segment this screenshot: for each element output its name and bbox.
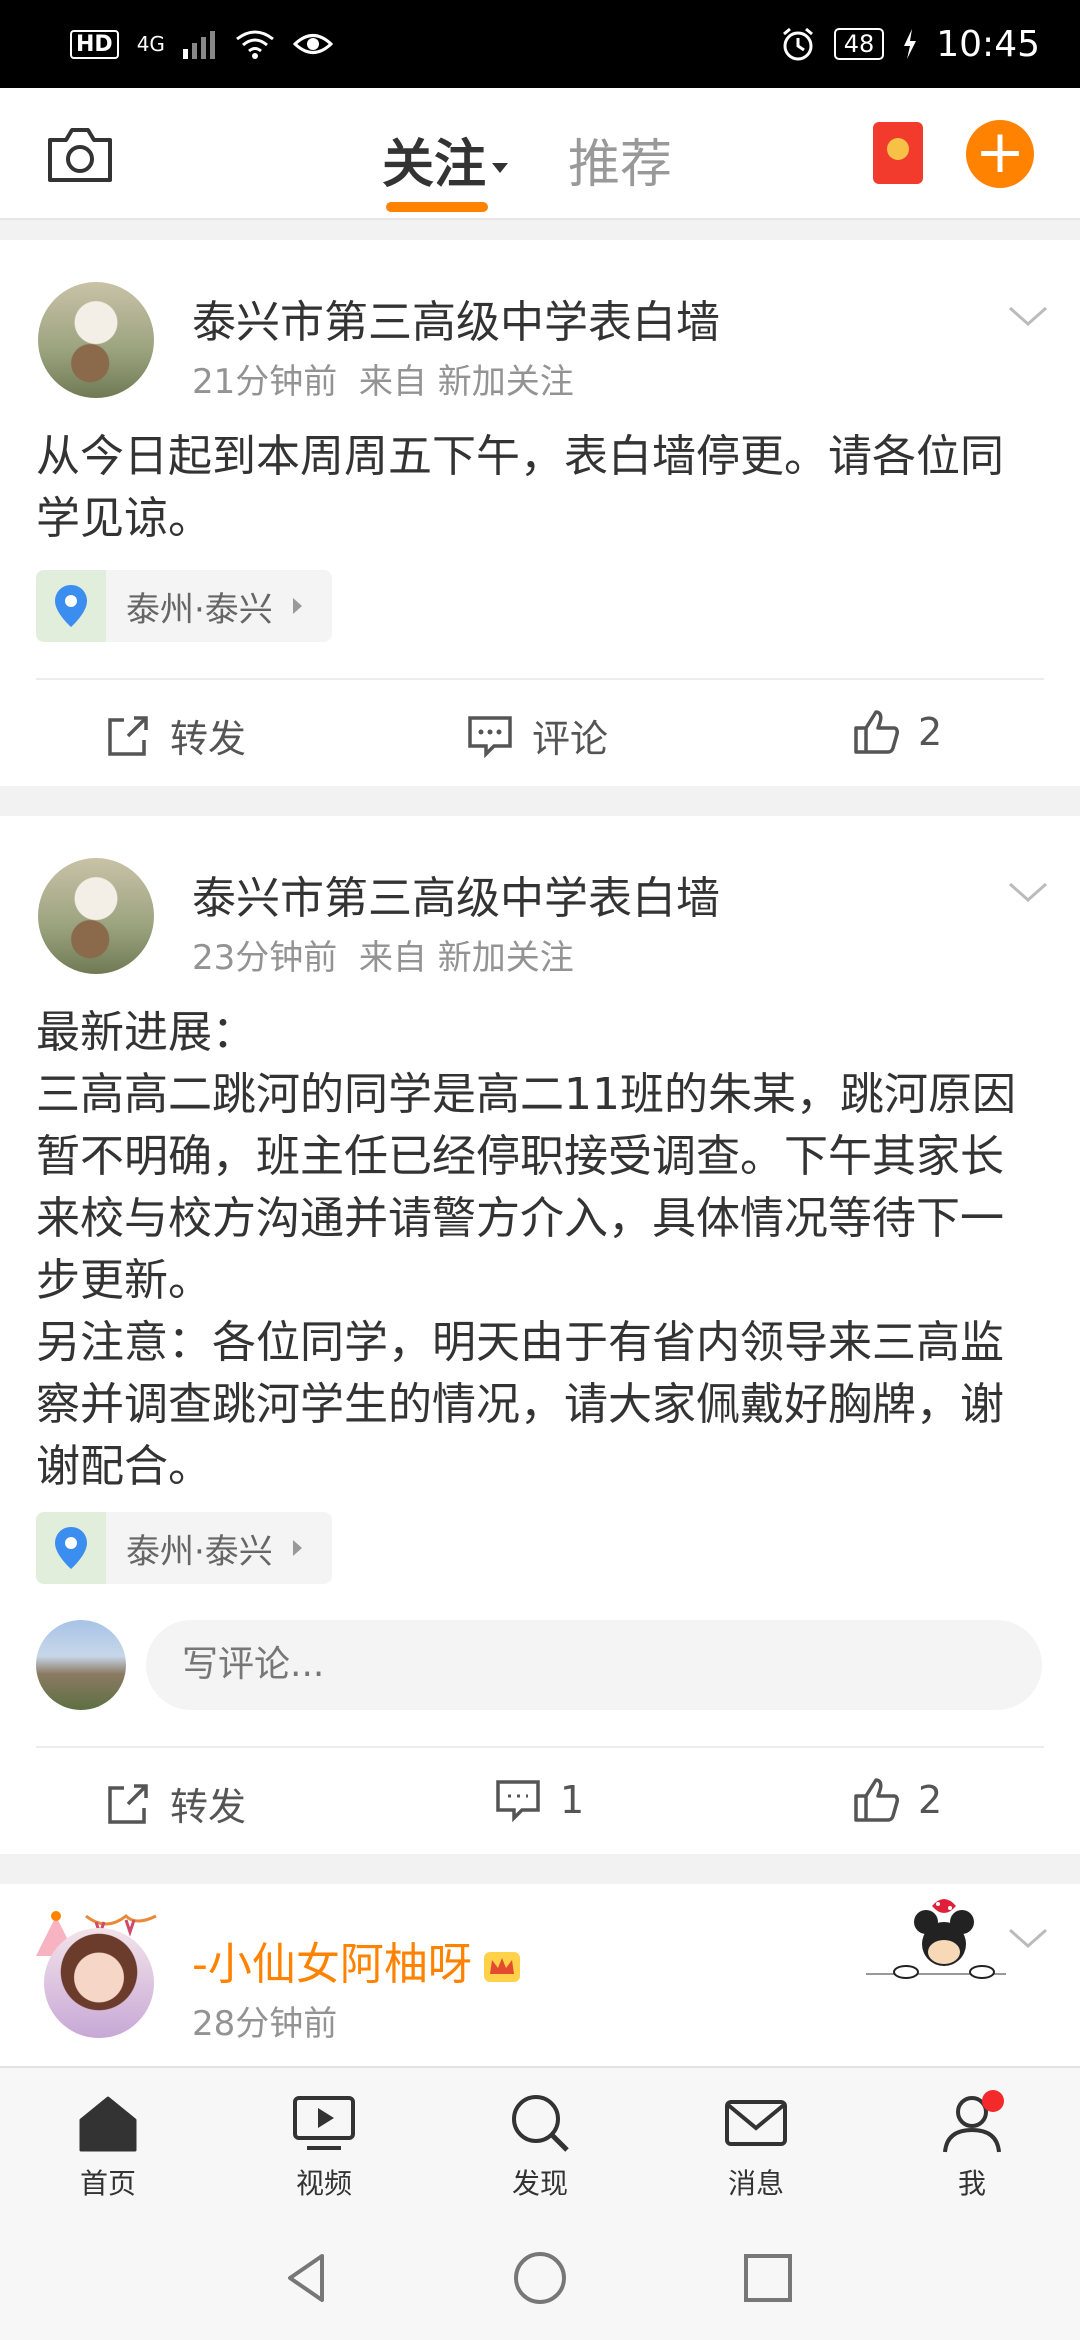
comment-label: 评论 <box>532 717 609 761</box>
tab-profile-label: 我 <box>957 2167 986 2200</box>
my-avatar <box>36 1620 126 1710</box>
location-tag[interactable]: 泰州·泰兴 <box>36 1512 332 1584</box>
tab-discover-label: 发现 <box>511 2167 568 2200</box>
clock: 10:45 <box>936 23 1040 65</box>
active-tab-indicator <box>386 202 488 212</box>
author-avatar[interactable] <box>38 282 154 398</box>
post-meta: 23分钟前 来自 新加关注 <box>192 930 574 979</box>
system-nav-bar <box>0 2216 1080 2340</box>
back-icon[interactable] <box>278 2248 338 2308</box>
video-icon <box>293 2096 355 2150</box>
post-card: 泰兴市第三高级中学表白墙 21分钟前 来自 新加关注 从今日起到本周周五下午，表… <box>0 240 1080 786</box>
comment-button[interactable]: 1 <box>494 1776 584 1824</box>
network-type: 4G <box>136 32 165 56</box>
comment-count: 1 <box>560 1778 585 1822</box>
minnie-mouse-sticker-icon <box>866 1899 1006 1979</box>
red-packet-icon[interactable] <box>873 122 923 184</box>
post-time: 23分钟前 <box>192 938 338 978</box>
top-nav: 关注 推荐 + <box>0 88 1080 220</box>
author-name[interactable]: 泰兴市第三高级中学表白墙 <box>192 862 720 926</box>
tab-follow-label: 关注 <box>382 135 487 195</box>
crown-icon <box>483 1952 520 1982</box>
post-card: -小仙女阿柚呀 28分钟前 <box>0 1884 1080 2066</box>
tab-discover[interactable]: 发现 <box>480 2090 600 2202</box>
eye-icon <box>292 34 333 54</box>
comment-input[interactable]: 写评论... <box>146 1620 1042 1710</box>
repost-button[interactable]: 转发 <box>104 1776 246 1831</box>
thumbs-up-icon <box>854 710 899 754</box>
repost-label: 转发 <box>170 1785 247 1829</box>
arrow-right-icon <box>292 1540 302 1556</box>
post-text: 最新进展： 三高高二跳河的同学是高二11班的朱某，跳河原因暂不明确，班主任已经停… <box>36 1007 1016 1492</box>
post-time: 28分钟前 <box>192 2004 338 2044</box>
charging-icon <box>904 29 917 59</box>
author-avatar[interactable] <box>38 858 154 974</box>
divider <box>36 1746 1044 1748</box>
divider <box>36 678 1044 680</box>
battery-level: 48 <box>833 28 885 60</box>
repost-button[interactable]: 转发 <box>104 708 246 763</box>
camera-icon[interactable] <box>40 116 120 196</box>
post-text: 从今日起到本周周五下午，表白墙停更。请各位同学见谅。 <box>36 431 1004 544</box>
author-name-text: -小仙女阿柚呀 <box>192 1939 472 1990</box>
author-name[interactable]: -小仙女阿柚呀 <box>192 1928 522 1992</box>
tab-video-label: 视频 <box>295 2167 352 2200</box>
tab-messages[interactable]: 消息 <box>696 2090 816 2202</box>
tab-recommend[interactable]: 推荐 <box>568 122 672 197</box>
search-icon <box>512 2095 569 2152</box>
tab-home[interactable]: 首页 <box>48 2090 168 2202</box>
chevron-down-icon[interactable] <box>1006 878 1050 908</box>
tab-home-label: 首页 <box>79 2167 136 2200</box>
repost-label: 转发 <box>170 717 247 761</box>
location-pin-icon <box>36 570 106 642</box>
home-icon <box>79 2096 137 2152</box>
like-count: 2 <box>918 710 943 754</box>
recents-icon[interactable] <box>738 2248 798 2308</box>
location-tag[interactable]: 泰州·泰兴 <box>36 570 332 642</box>
comment-icon <box>496 1780 540 1823</box>
caret-down-icon <box>492 163 509 173</box>
post-meta: 21分钟前 来自 新加关注 <box>192 354 574 403</box>
notification-dot <box>982 2090 1004 2112</box>
post-source: 来自 新加关注 <box>358 938 574 978</box>
author-avatar[interactable] <box>44 1928 154 2038</box>
hd-indicator: HD <box>70 29 119 59</box>
mail-icon <box>725 2100 787 2146</box>
screen: HD 4G 48 10:45 关注 推荐 + 泰兴市第三高级中学表白墙 21分钟… <box>0 0 1080 2340</box>
wifi-icon <box>236 30 274 59</box>
author-name[interactable]: 泰兴市第三高级中学表白墙 <box>192 286 720 350</box>
home-circle-icon[interactable] <box>510 2248 570 2308</box>
status-bar: HD 4G 48 10:45 <box>0 0 1080 88</box>
chevron-down-icon[interactable] <box>1006 1924 1050 1954</box>
location-pin-icon <box>36 1512 106 1584</box>
post-time: 21分钟前 <box>192 362 338 402</box>
post-card: 泰兴市第三高级中学表白墙 23分钟前 来自 新加关注 最新进展： 三高高二跳河的… <box>0 816 1080 1854</box>
thumbs-up-icon <box>854 1778 899 1822</box>
like-count: 2 <box>918 1778 943 1822</box>
location-label: 泰州·泰兴 <box>126 1531 273 1572</box>
arrow-right-icon <box>292 598 302 614</box>
repost-icon <box>108 715 148 756</box>
tab-follow[interactable]: 关注 <box>382 122 509 197</box>
alarm-icon <box>782 27 813 61</box>
comment-button[interactable]: 评论 <box>466 708 608 763</box>
tab-messages-label: 消息 <box>727 2167 784 2200</box>
compose-button[interactable]: + <box>966 120 1034 188</box>
repost-icon <box>108 1783 148 1824</box>
like-button[interactable]: 2 <box>852 708 942 756</box>
tab-video[interactable]: 视频 <box>264 2090 384 2202</box>
bottom-tab-bar: 首页 视频 发现 消息 我 <box>0 2066 1080 2216</box>
signal-icon <box>182 31 215 59</box>
post-source: 来自 新加关注 <box>358 362 574 402</box>
chevron-down-icon[interactable] <box>1006 302 1050 332</box>
location-label: 泰州·泰兴 <box>126 589 273 630</box>
comment-icon <box>468 715 512 758</box>
tab-profile[interactable]: 我 <box>912 2090 1032 2202</box>
like-button[interactable]: 2 <box>852 1776 942 1824</box>
